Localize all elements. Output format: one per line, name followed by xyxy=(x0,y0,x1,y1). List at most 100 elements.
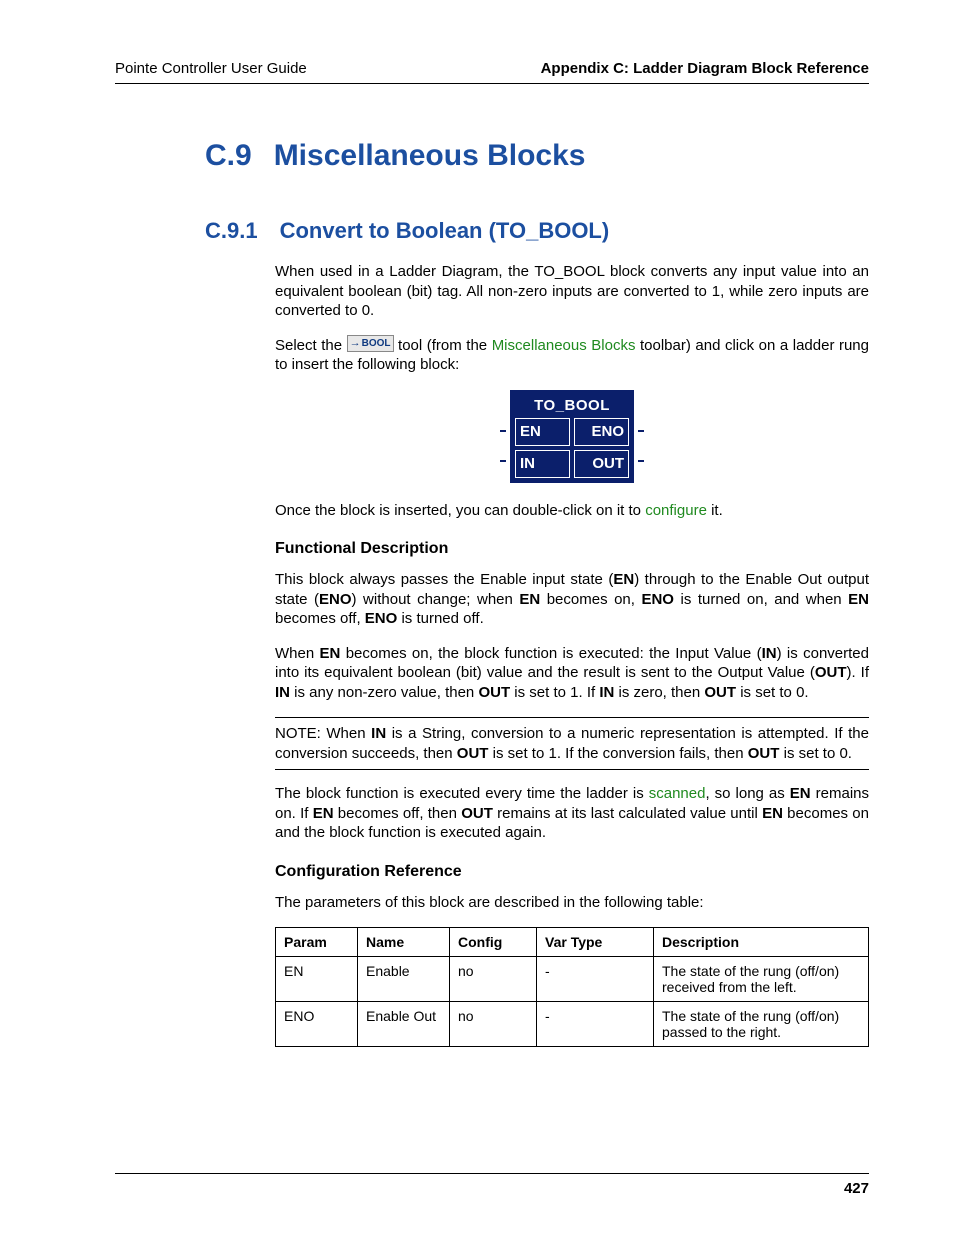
block-title: TO_BOOL xyxy=(515,395,629,418)
heading-1-number: C.9 xyxy=(205,139,252,173)
bold-in: IN xyxy=(275,684,290,701)
heading-1: C.9 Miscellaneous Blocks xyxy=(205,139,869,173)
text: is any non-zero value, then xyxy=(290,684,478,701)
page-header: Pointe Controller User Guide Appendix C:… xyxy=(115,60,869,84)
configure-link[interactable]: configure xyxy=(645,502,707,519)
document-page: Pointe Controller User Guide Appendix C:… xyxy=(0,0,954,1235)
td-name: Enable xyxy=(358,957,450,1002)
bold-in: IN xyxy=(599,684,614,701)
heading-2: C.9.1 Convert to Boolean (TO_BOOL) xyxy=(205,218,869,244)
cr-intro-paragraph: The parameters of this block are describ… xyxy=(275,893,869,913)
bold-en: EN xyxy=(848,591,869,608)
icon-label: BOOL xyxy=(362,339,391,350)
text: is turned off. xyxy=(397,610,483,627)
text: becomes off, then xyxy=(334,805,462,822)
text: This block always passes the Enable inpu… xyxy=(275,571,613,588)
table-row: ENO Enable Out no - The state of the run… xyxy=(276,1002,869,1047)
text: NOTE: When xyxy=(275,725,371,742)
text: Once the block is inserted, you can doub… xyxy=(275,502,645,519)
header-left: Pointe Controller User Guide xyxy=(115,60,307,77)
bold-out: OUT xyxy=(461,805,493,822)
td-vartype: - xyxy=(537,957,654,1002)
text: When xyxy=(275,645,320,662)
td-param: EN xyxy=(276,957,358,1002)
th-description: Description xyxy=(654,928,869,957)
td-description: The state of the rung (off/on) passed to… xyxy=(654,1002,869,1047)
port-label: IN xyxy=(520,455,535,472)
page-number: 427 xyxy=(115,1173,869,1197)
block-diagram: TO_BOOL EN ENO IN OUT xyxy=(275,390,869,483)
text: ) without change; when xyxy=(352,591,520,608)
bold-out: OUT xyxy=(704,684,736,701)
heading-2-number: C.9.1 xyxy=(205,218,258,244)
td-vartype: - xyxy=(537,1002,654,1047)
configure-paragraph: Once the block is inserted, you can doub… xyxy=(275,501,869,521)
bold-en: EN xyxy=(313,805,334,822)
text: is set to 1. If xyxy=(510,684,599,701)
scanned-link[interactable]: scanned xyxy=(649,785,706,802)
block-port-out: OUT xyxy=(574,450,629,478)
th-name: Name xyxy=(358,928,450,957)
bold-eno: ENO xyxy=(365,610,398,627)
text: becomes on, xyxy=(540,591,641,608)
text: remains at its last calculated value unt… xyxy=(493,805,762,822)
bold-in: IN xyxy=(762,645,777,662)
wire-stub-icon xyxy=(638,430,644,433)
fd-paragraph-2: When EN becomes on, the block function i… xyxy=(275,644,869,703)
heading-2-title: Convert to Boolean (TO_BOOL) xyxy=(280,218,610,244)
text: is zero, then xyxy=(614,684,704,701)
port-label: ENO xyxy=(591,423,624,440)
functional-description-heading: Functional Description xyxy=(275,540,869,558)
td-config: no xyxy=(450,1002,537,1047)
bold-out: OUT xyxy=(478,684,510,701)
td-param: ENO xyxy=(276,1002,358,1047)
bold-en: EN xyxy=(519,591,540,608)
heading-1-title: Miscellaneous Blocks xyxy=(274,139,586,173)
th-vartype: Var Type xyxy=(537,928,654,957)
th-config: Config xyxy=(450,928,537,957)
note-block: NOTE: When IN is a String, conversion to… xyxy=(275,717,869,770)
bold-eno: ENO xyxy=(319,591,352,608)
bold-en: EN xyxy=(790,785,811,802)
bold-out: OUT xyxy=(748,745,780,762)
fd-paragraph-1: This block always passes the Enable inpu… xyxy=(275,570,869,629)
scan-paragraph: The block function is executed every tim… xyxy=(275,784,869,843)
text: Select the xyxy=(275,337,347,354)
block-port-en: EN xyxy=(515,418,570,446)
text: it. xyxy=(707,502,723,519)
text: becomes on, the block function is execut… xyxy=(340,645,761,662)
td-config: no xyxy=(450,957,537,1002)
wire-stub-icon xyxy=(500,460,506,463)
bold-en: EN xyxy=(613,571,634,588)
text: The block function is executed every tim… xyxy=(275,785,649,802)
text: is set to 1. If the conversion fails, th… xyxy=(488,745,747,762)
wire-stub-icon xyxy=(638,460,644,463)
table-header-row: Param Name Config Var Type Description xyxy=(276,928,869,957)
bold-en: EN xyxy=(320,645,341,662)
text: is set to 0. xyxy=(779,745,852,762)
port-label: OUT xyxy=(592,455,624,472)
arrow-icon: → xyxy=(350,337,361,350)
select-tool-paragraph: Select the →BOOL tool (from the Miscella… xyxy=(275,336,869,375)
bold-en: EN xyxy=(762,805,783,822)
text: is set to 0. xyxy=(736,684,809,701)
text: ). If xyxy=(847,664,869,681)
text: , so long as xyxy=(705,785,789,802)
bold-in: IN xyxy=(371,725,386,742)
misc-blocks-link[interactable]: Miscellaneous Blocks xyxy=(492,337,636,354)
intro-paragraph: When used in a Ladder Diagram, the TO_BO… xyxy=(275,262,869,321)
configuration-reference-heading: Configuration Reference xyxy=(275,863,869,881)
th-param: Param xyxy=(276,928,358,957)
text: tool (from the xyxy=(398,337,492,354)
content-area: When used in a Ladder Diagram, the TO_BO… xyxy=(275,262,869,1047)
td-description: The state of the rung (off/on) received … xyxy=(654,957,869,1002)
block-port-eno: ENO xyxy=(574,418,629,446)
parameter-table: Param Name Config Var Type Description E… xyxy=(275,927,869,1047)
table-row: EN Enable no - The state of the rung (of… xyxy=(276,957,869,1002)
header-right: Appendix C: Ladder Diagram Block Referen… xyxy=(541,60,869,77)
text: is turned on, and when xyxy=(674,591,848,608)
to-bool-block: TO_BOOL EN ENO IN OUT xyxy=(510,390,634,483)
text: becomes off, xyxy=(275,610,365,627)
bold-eno: ENO xyxy=(641,591,674,608)
block-port-in: IN xyxy=(515,450,570,478)
